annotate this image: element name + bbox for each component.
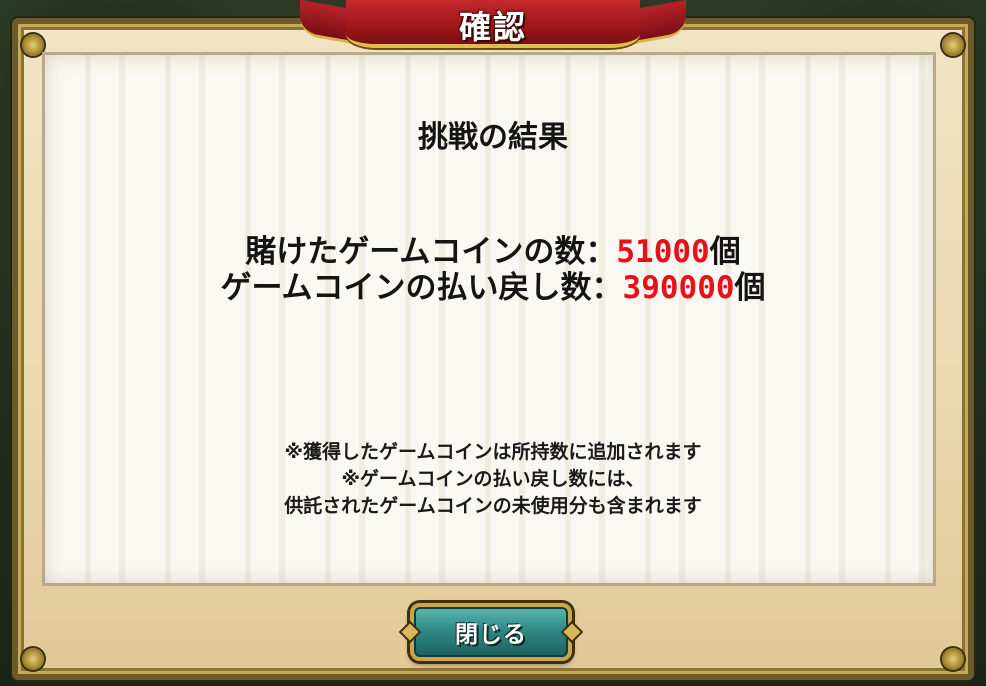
- title-ribbon: 確認: [300, 0, 686, 52]
- close-button-label: 閉じる: [455, 622, 527, 648]
- close-button[interactable]: 閉じる: [401, 603, 581, 661]
- note-text: ※ゲームコインの払い戻し数には、: [341, 468, 645, 490]
- frame-corner-ornament: [942, 648, 964, 670]
- payout-coins-line: ゲームコインの払い戻し数：390000個: [0, 262, 986, 307]
- payout-coins-label: ゲームコインの払い戻し数：: [220, 270, 623, 306]
- frame-corner-ornament: [942, 34, 964, 56]
- frame-corner-ornament: [22, 34, 44, 56]
- payout-coins-unit: 個: [734, 270, 766, 306]
- frame-corner-ornament: [22, 648, 44, 670]
- dialog-title: 確認: [458, 8, 527, 46]
- note-text: ※獲得したゲームコインは所持数に追加されます: [284, 441, 702, 463]
- payout-coins-value: 390000: [622, 270, 735, 306]
- note-text: 供託されたゲームコインの未使用分も含まれます: [284, 495, 702, 517]
- result-heading: 挑戦の結果: [418, 120, 568, 155]
